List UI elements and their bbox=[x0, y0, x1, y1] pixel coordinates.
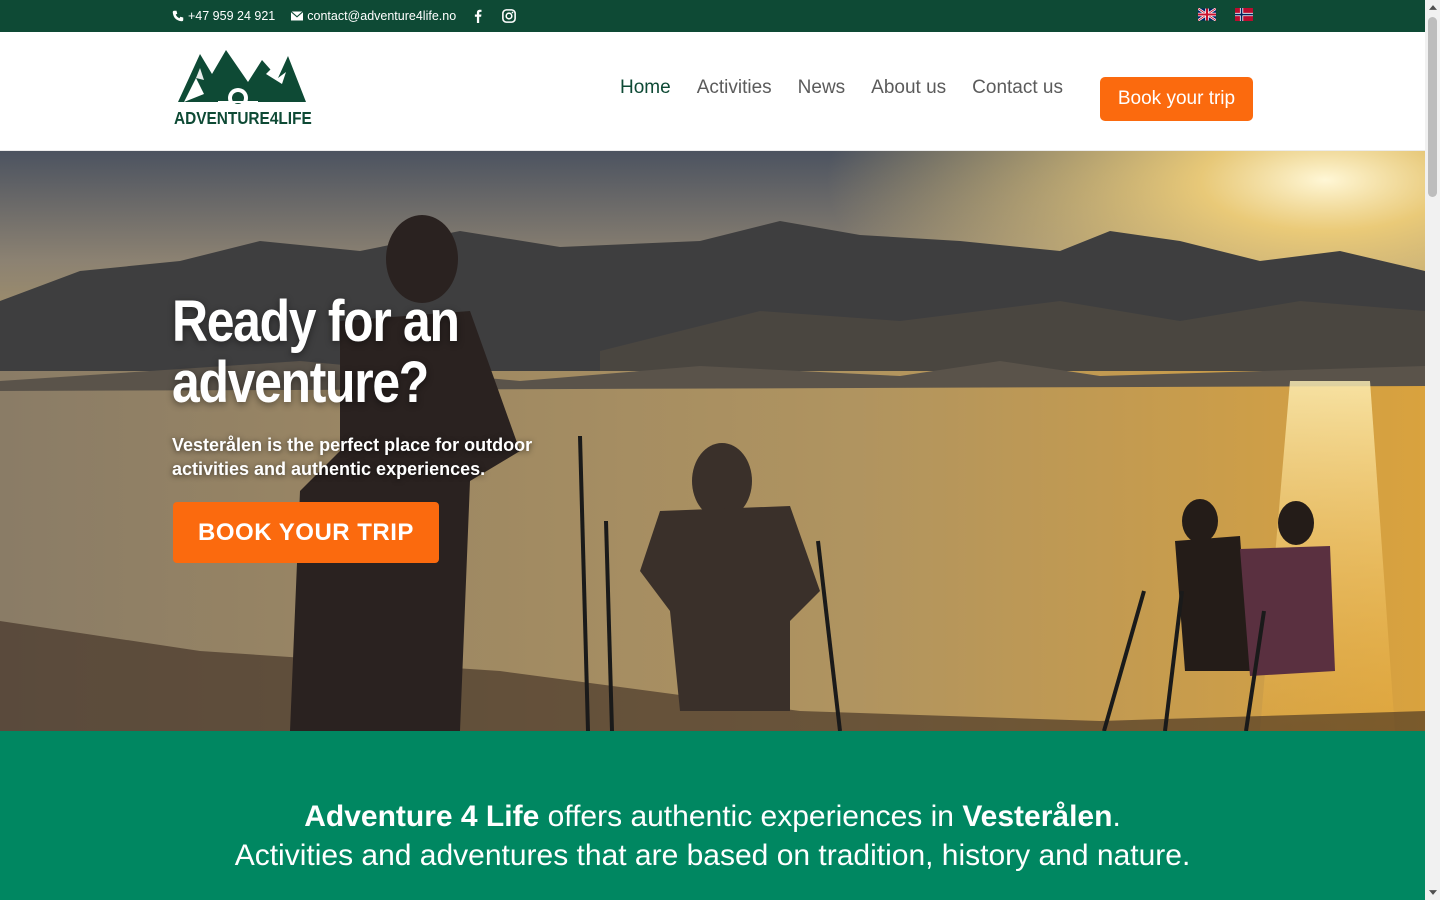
scroll-down-arrow-icon[interactable] bbox=[1425, 885, 1440, 900]
instagram-link[interactable] bbox=[502, 9, 517, 23]
intro-offers-text: offers authentic experiences in bbox=[539, 800, 963, 833]
hero-title: Ready for an adventure? bbox=[172, 289, 460, 415]
mountain-logo-icon bbox=[178, 50, 306, 108]
intro-period: . bbox=[1112, 800, 1121, 833]
top-bar: +47 959 24 921 contact@adventure4life.no bbox=[0, 0, 1425, 32]
nav-item-about-us[interactable]: About us bbox=[871, 77, 946, 99]
english-flag-icon[interactable] bbox=[1198, 8, 1216, 21]
scroll-up-arrow-icon[interactable] bbox=[1425, 0, 1440, 15]
nav-item-news[interactable]: News bbox=[798, 77, 846, 99]
phone-number: +47 959 24 921 bbox=[188, 9, 276, 23]
header-book-trip-button[interactable]: Book your trip bbox=[1100, 77, 1253, 121]
site-logo[interactable]: ADVENTURE4LIFE bbox=[174, 48, 312, 134]
email-address: contact@adventure4life.no bbox=[307, 9, 457, 23]
page-scrollbar[interactable] bbox=[1425, 0, 1440, 900]
site-header: ADVENTURE4LIFE Home Activities News Abou… bbox=[0, 32, 1425, 151]
intro-brand: Adventure 4 Life bbox=[304, 800, 540, 833]
email-link[interactable]: contact@adventure4life.no bbox=[291, 9, 456, 23]
hero-subtitle: Vesterålen is the perfect place for outd… bbox=[172, 435, 533, 479]
intro-line-1: Adventure 4 Life offers authentic experi… bbox=[0, 799, 1425, 835]
norwegian-flag-icon[interactable] bbox=[1235, 8, 1253, 21]
instagram-icon bbox=[502, 9, 517, 23]
nav-item-activities[interactable]: Activities bbox=[697, 77, 772, 99]
scrollbar-thumb[interactable] bbox=[1428, 17, 1437, 197]
hero-banner: Ready for an adventure? Vesterålen is th… bbox=[0, 151, 1425, 731]
phone-icon bbox=[172, 10, 184, 22]
intro-line-2: Activities and adventures that are based… bbox=[234, 839, 1191, 872]
main-nav: Home Activities News About us Contact us bbox=[620, 77, 1063, 99]
envelope-icon bbox=[291, 11, 304, 21]
intro-place: Vesterålen bbox=[962, 800, 1113, 833]
facebook-link[interactable] bbox=[474, 9, 482, 23]
logo-wordmark: ADVENTURE4LIFE bbox=[174, 108, 312, 128]
facebook-icon bbox=[475, 9, 482, 23]
page: +47 959 24 921 contact@adventure4life.no bbox=[0, 0, 1425, 900]
nav-item-contact-us[interactable]: Contact us bbox=[972, 77, 1063, 99]
phone-link[interactable]: +47 959 24 921 bbox=[172, 9, 275, 23]
intro-section: Adventure 4 Life offers authentic experi… bbox=[0, 731, 1425, 900]
nav-item-home[interactable]: Home bbox=[620, 77, 671, 99]
hero-book-trip-button[interactable]: BOOK YOUR TRIP bbox=[173, 502, 439, 563]
